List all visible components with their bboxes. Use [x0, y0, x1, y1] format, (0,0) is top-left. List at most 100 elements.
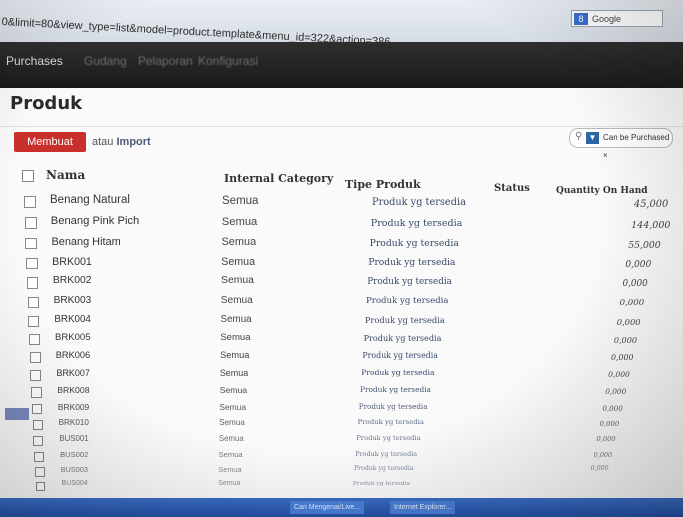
- cell-name: Benang Pink Pich: [50, 215, 140, 227]
- menu-item-konfigurasi[interactable]: Konfigurasi: [198, 54, 258, 68]
- cell-category: Semua: [222, 195, 259, 207]
- row-selection-marker: [5, 408, 29, 420]
- menu-item-gudang[interactable]: Gudang: [84, 54, 127, 68]
- taskbar-item[interactable]: Internet Explorer...: [390, 501, 456, 514]
- cell-type: Produk yg tersedia: [352, 479, 411, 487]
- search-filter-box[interactable]: ⚲ ▼ Can be Purchased ×: [569, 128, 673, 160]
- table-row[interactable]: BRK002 Semua Produk yg tersedia 0,000: [0, 275, 683, 294]
- row-checkbox[interactable]: [24, 217, 37, 229]
- column-header-name[interactable]: Nama: [46, 168, 85, 182]
- row-checkbox[interactable]: [26, 257, 38, 270]
- column-header-category[interactable]: Internal Category: [224, 172, 333, 185]
- cell-category: Semua: [218, 449, 243, 459]
- column-header-type[interactable]: Tipe Produk: [345, 178, 421, 191]
- cell-name: BRK010: [58, 418, 89, 428]
- table-row[interactable]: Benang Hitam Semua Produk yg tersedia 55,00…: [0, 236, 683, 256]
- page-title: Produk: [10, 93, 83, 114]
- column-header-status[interactable]: Status: [494, 183, 530, 194]
- select-all-checkbox[interactable]: [22, 170, 34, 182]
- row-checkbox[interactable]: [34, 466, 45, 477]
- table-row[interactable]: BRK003 Semua Produk yg tersedia 0,000: [0, 295, 683, 314]
- browser-window: 0&limit=80&view_type=list&model=product.…: [0, 0, 683, 517]
- table-row[interactable]: BUS002 Semua Produk yg tersedia 0,000: [0, 450, 683, 465]
- main-menu: Purchases Gudang Pelaporan Konfigurasi: [0, 42, 683, 88]
- cell-category: Semua: [219, 401, 246, 412]
- table-row[interactable]: BRK006 Semua Produk yg tersedia 0,000: [0, 350, 683, 368]
- row-checkbox[interactable]: [31, 403, 43, 415]
- row-checkbox[interactable]: [33, 436, 44, 447]
- cell-name: Benang Hitam: [51, 235, 121, 248]
- row-checkbox[interactable]: [25, 237, 38, 250]
- table-row[interactable]: BUS003 Semua Produk yg tersedia 0,000: [0, 465, 683, 480]
- create-button[interactable]: Membuat: [14, 132, 86, 152]
- row-checkbox[interactable]: [30, 369, 42, 381]
- cell-type: Produk yg tersedia: [368, 257, 456, 268]
- table-row[interactable]: BRK001 Semua Produk yg tersedia 0,000: [0, 256, 683, 276]
- row-checkbox[interactable]: [32, 420, 43, 431]
- cell-category: Semua: [220, 294, 253, 306]
- taskbar-item[interactable]: Cari Mengenai/Live...: [290, 501, 365, 514]
- cell-name: BRK006: [55, 350, 91, 361]
- browser-search-box[interactable]: 8 Google: [571, 10, 663, 27]
- menu-item-pelaporan[interactable]: Pelaporan: [138, 54, 193, 68]
- or-label: atau: [92, 136, 114, 148]
- row-checkbox[interactable]: [27, 296, 39, 309]
- table-row[interactable]: BRK004 Semua Produk yg tersedia 0,000: [0, 314, 683, 332]
- cell-name: BUS002: [60, 449, 89, 459]
- cell-category: Semua: [219, 385, 248, 396]
- cell-category: Semua: [220, 350, 250, 361]
- cell-type: Produk yg tersedia: [369, 237, 459, 249]
- table-row[interactable]: Benang Pink Pich Semua Produk yg tersedia 1…: [0, 215, 683, 236]
- table-row[interactable]: BUS001 Semua Produk yg tersedia 0,000: [0, 434, 683, 450]
- cell-type: Produk yg tersedia: [370, 217, 463, 229]
- table-row[interactable]: BRK005 Semua Produk yg tersedia 0,000: [0, 332, 683, 350]
- cell-qty: 0,000: [622, 279, 648, 290]
- table-row[interactable]: BRK009 Semua Produk yg tersedia 0,000: [0, 402, 683, 418]
- cell-name: BUS003: [60, 464, 88, 474]
- cell-qty: 55,000: [628, 239, 661, 251]
- row-checkbox[interactable]: [26, 277, 39, 289]
- row-checkbox[interactable]: [28, 315, 40, 327]
- main-content: Produk Membuat atau Import ⚲ ▼ Can be Pu…: [0, 88, 683, 517]
- cell-type: Produk yg tersedia: [367, 277, 452, 288]
- cell-type: Produk yg tersedia: [361, 368, 435, 378]
- cell-category: Semua: [221, 255, 256, 268]
- cell-category: Semua: [220, 332, 251, 344]
- cell-qty: 0,000: [590, 465, 609, 473]
- table-row[interactable]: Benang Natural Semua Produk yg tersedia 45,…: [0, 194, 683, 215]
- cell-category: Semua: [218, 464, 242, 474]
- cell-category: Semua: [218, 434, 244, 444]
- cell-category: Semua: [220, 313, 252, 325]
- row-checkbox[interactable]: [31, 387, 42, 398]
- cell-type: Produk yg tersedia: [364, 314, 445, 325]
- search-icon[interactable]: ⚲: [575, 128, 582, 146]
- cell-qty: 144,000: [631, 219, 671, 231]
- cell-name: BUS001: [59, 434, 89, 444]
- cell-name: BRK008: [57, 385, 90, 396]
- cell-category: Semua: [221, 235, 257, 248]
- row-checkbox[interactable]: [29, 334, 40, 346]
- row-checkbox[interactable]: [35, 481, 46, 492]
- cell-category: Semua: [219, 418, 245, 428]
- cell-name: BRK009: [57, 401, 90, 412]
- cell-category: Semua: [221, 275, 254, 287]
- cell-type: Produk yg tersedia: [354, 464, 414, 472]
- table-row[interactable]: BRK007 Semua Produk yg tersedia 0,000: [0, 368, 683, 385]
- google-icon: 8: [574, 13, 588, 25]
- row-checkbox[interactable]: [24, 196, 36, 208]
- menu-item-purchases[interactable]: Purchases: [6, 54, 63, 68]
- table-row[interactable]: BRK008 Semua Produk yg tersedia 0,000: [0, 385, 683, 402]
- active-filter-tag[interactable]: Can be Purchased ×: [603, 129, 672, 165]
- table-row[interactable]: BUS004 Semua Produk yg tersedia: [0, 480, 683, 494]
- cell-type: Produk yg tersedia: [358, 401, 428, 411]
- row-checkbox[interactable]: [34, 451, 44, 462]
- import-link[interactable]: Import: [116, 136, 150, 148]
- cell-qty: 0,000: [613, 335, 637, 346]
- cell-qty: 0,000: [599, 419, 620, 428]
- table-row[interactable]: BRK010 Semua Produk yg tersedia 0,000: [0, 418, 683, 434]
- cell-qty: 0,000: [610, 352, 634, 362]
- cell-type: Produk yg tersedia: [362, 350, 438, 360]
- cell-type: Produk yg tersedia: [357, 418, 425, 427]
- row-checkbox[interactable]: [29, 352, 41, 364]
- cell-category: Semua: [221, 215, 258, 228]
